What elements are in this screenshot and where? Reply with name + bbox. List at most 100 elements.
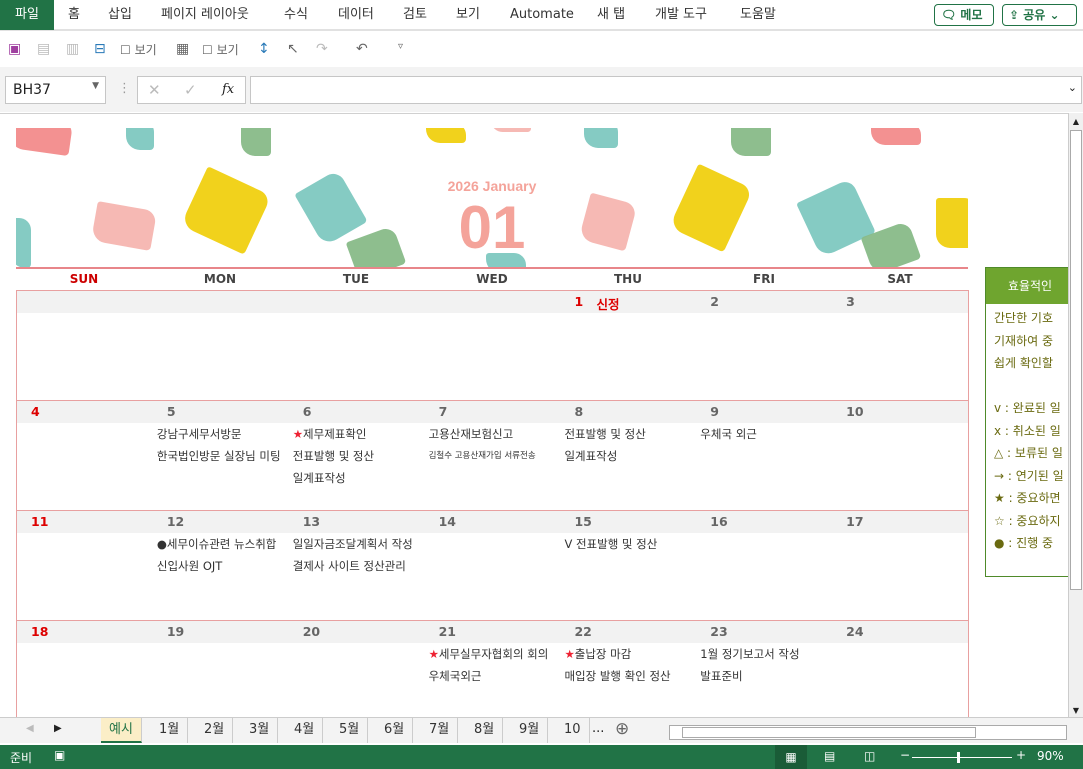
event-item[interactable]: ★세무실무자협회의 회의 bbox=[429, 645, 569, 667]
day-cell[interactable]: 9 우체국 외근 bbox=[696, 401, 832, 511]
day-cell[interactable] bbox=[425, 291, 561, 401]
scroll-up-icon[interactable]: ▲ bbox=[1069, 117, 1083, 126]
scroll-thumb[interactable] bbox=[1070, 130, 1082, 590]
day-cell[interactable]: 11 bbox=[17, 511, 153, 621]
sheet-tab[interactable]: 1월 bbox=[151, 718, 189, 743]
tab-file[interactable]: 파일 bbox=[0, 0, 54, 30]
expand-icon[interactable]: ⌄ bbox=[1068, 81, 1077, 94]
event-item[interactable]: 발표준비 bbox=[700, 667, 840, 689]
zoom-slider-thumb[interactable] bbox=[957, 752, 960, 763]
event-item[interactable]: ★출납장 마감 bbox=[564, 645, 704, 667]
worksheet[interactable]: 2026 January 01 SUN MON TUE WED THU FRI SAT 1신… bbox=[0, 113, 1068, 717]
name-box[interactable]: BH37 ▼ bbox=[5, 76, 106, 104]
lock-grid-icon[interactable]: ▦ bbox=[176, 41, 189, 57]
accessibility-icon[interactable]: ▣ bbox=[54, 748, 65, 762]
prev-sheet-icon[interactable]: ◀ bbox=[26, 723, 34, 734]
day-cell[interactable]: 22 ★출납장 마감 매입장 발행 확인 정산 bbox=[560, 621, 696, 717]
tab-data[interactable]: 데이터 bbox=[338, 0, 374, 30]
event-item[interactable]: 신입사원 OJT bbox=[157, 557, 297, 579]
event-item[interactable]: 결제사 사이트 정산관리 bbox=[293, 557, 433, 579]
day-cell[interactable]: 16 bbox=[696, 511, 832, 621]
tab-page-layout[interactable]: 페이지 레이아웃 bbox=[161, 0, 249, 30]
event-item[interactable]: ★제무제표확인 bbox=[293, 425, 433, 447]
event-item[interactable]: 김철수 고용산재가입 서류전송 bbox=[429, 447, 569, 469]
enter-icon[interactable]: ✓ bbox=[184, 81, 197, 99]
event-item[interactable]: 우체국외근 bbox=[429, 667, 569, 689]
event-item[interactable]: ●세무이슈관련 뉴스취합 bbox=[157, 535, 297, 557]
sheet-tab[interactable]: 5월 bbox=[331, 718, 369, 743]
day-cell[interactable]: 23 1월 정기보고서 작성 발표준비 bbox=[696, 621, 832, 717]
sheet-tab[interactable]: 8월 bbox=[466, 718, 504, 743]
scroll-down-icon[interactable]: ▼ bbox=[1069, 706, 1083, 715]
day-cell[interactable] bbox=[17, 291, 153, 401]
day-cell[interactable]: 4 bbox=[17, 401, 153, 511]
event-item[interactable]: 한국법인방문 실장님 미팅 bbox=[157, 447, 297, 469]
zoom-out-icon[interactable]: − bbox=[900, 748, 910, 762]
event-item[interactable]: 강남구세무서방문 bbox=[157, 425, 297, 447]
sheet-tab[interactable]: 6월 bbox=[376, 718, 414, 743]
day-cell[interactable]: 18 bbox=[17, 621, 153, 717]
sheet-tab[interactable]: 예시 bbox=[101, 718, 142, 743]
tab-review[interactable]: 검토 bbox=[403, 0, 427, 30]
paste-values-icon[interactable]: ▤ bbox=[37, 41, 50, 57]
more-sheets[interactable]: ... bbox=[592, 721, 604, 736]
tab-insert[interactable]: 삽입 bbox=[108, 0, 132, 30]
event-item[interactable]: 전표발행 및 정산 bbox=[564, 425, 704, 447]
view-checkbox-1[interactable]: ☐ 보기 bbox=[120, 41, 157, 58]
day-cell[interactable]: 20 bbox=[289, 621, 425, 717]
day-cell[interactable] bbox=[153, 291, 289, 401]
tab-help[interactable]: 도움말 bbox=[740, 0, 776, 30]
scroll-thumb[interactable] bbox=[682, 727, 976, 738]
formula-input[interactable]: ⌄ bbox=[250, 76, 1082, 104]
event-item[interactable]: 일일자금조달계획서 작성 bbox=[293, 535, 433, 557]
customize-icon[interactable]: ▿ bbox=[398, 41, 403, 52]
day-cell[interactable]: 10 bbox=[832, 401, 968, 511]
event-item[interactable]: 매입장 발행 확인 정산 bbox=[564, 667, 704, 689]
event-item[interactable]: 고용산재보험신고 bbox=[429, 425, 569, 447]
row-height-icon[interactable]: ↕ bbox=[258, 41, 270, 57]
tab-new[interactable]: 새 탭 bbox=[597, 0, 625, 30]
zoom-level[interactable]: 90% bbox=[1037, 749, 1064, 763]
event-item[interactable]: 일계표작성 bbox=[564, 447, 704, 469]
share-button[interactable]: ⇪ 공유 ⌄ bbox=[1002, 4, 1077, 26]
redo-icon[interactable]: ↷ bbox=[316, 41, 328, 57]
sheet-tab[interactable]: 4월 bbox=[286, 718, 324, 743]
next-sheet-icon[interactable]: ▶ bbox=[54, 723, 62, 734]
horizontal-scrollbar[interactable] bbox=[669, 725, 1067, 740]
day-cell[interactable]: 24 bbox=[832, 621, 968, 717]
cancel-icon[interactable]: ✕ bbox=[148, 81, 161, 99]
normal-view-icon[interactable]: ▦ bbox=[775, 745, 807, 769]
tab-automate[interactable]: Automate bbox=[510, 0, 574, 30]
day-cell[interactable]: 15 V 전표발행 및 정산 bbox=[560, 511, 696, 621]
sheet-tab[interactable]: 10 bbox=[556, 718, 590, 743]
day-cell[interactable] bbox=[289, 291, 425, 401]
day-cell[interactable]: 1 신정 bbox=[560, 291, 696, 401]
memo-button[interactable]: 🗨 메모 bbox=[934, 4, 994, 26]
pointer-icon[interactable]: ↖ bbox=[287, 41, 299, 57]
day-cell[interactable]: 3 bbox=[832, 291, 968, 401]
day-cell[interactable]: 5 강남구세무서방문 한국법인방문 실장님 미팅 bbox=[153, 401, 289, 511]
page-break-view-icon[interactable]: ◫ bbox=[864, 749, 875, 763]
tab-view[interactable]: 보기 bbox=[456, 0, 480, 30]
zoom-in-icon[interactable]: + bbox=[1016, 748, 1026, 762]
event-item[interactable]: 1월 정기보고서 작성 bbox=[700, 645, 840, 667]
vertical-scrollbar[interactable]: ▲ ▼ bbox=[1068, 113, 1083, 717]
event-item[interactable]: 우체국 외근 bbox=[700, 425, 840, 447]
sheet-tab[interactable]: 7월 bbox=[421, 718, 459, 743]
day-cell[interactable]: 2 bbox=[696, 291, 832, 401]
sheet-tab[interactable]: 9월 bbox=[511, 718, 549, 743]
day-cell[interactable]: 19 bbox=[153, 621, 289, 717]
add-sheet-icon[interactable]: ⊕ bbox=[615, 719, 629, 739]
zoom-slider[interactable] bbox=[912, 757, 1012, 758]
day-cell[interactable]: 7 고용산재보험신고 김철수 고용산재가입 서류전송 bbox=[425, 401, 561, 511]
sheet-tab[interactable]: 3월 bbox=[241, 718, 279, 743]
day-cell[interactable]: 8 전표발행 및 정산 일계표작성 bbox=[560, 401, 696, 511]
undo-icon[interactable]: ↶ bbox=[356, 41, 368, 57]
day-cell[interactable]: 6 ★제무제표확인 전표발행 및 정산 일계표작성 bbox=[289, 401, 425, 511]
event-item[interactable]: V 전표발행 및 정산 bbox=[564, 535, 704, 557]
day-cell[interactable]: 14 bbox=[425, 511, 561, 621]
page-layout-view-icon[interactable]: ▤ bbox=[824, 749, 835, 763]
sheet-tab[interactable]: 2월 bbox=[196, 718, 234, 743]
view-checkbox-2[interactable]: ☐ 보기 bbox=[202, 41, 239, 58]
day-cell[interactable]: 17 bbox=[832, 511, 968, 621]
